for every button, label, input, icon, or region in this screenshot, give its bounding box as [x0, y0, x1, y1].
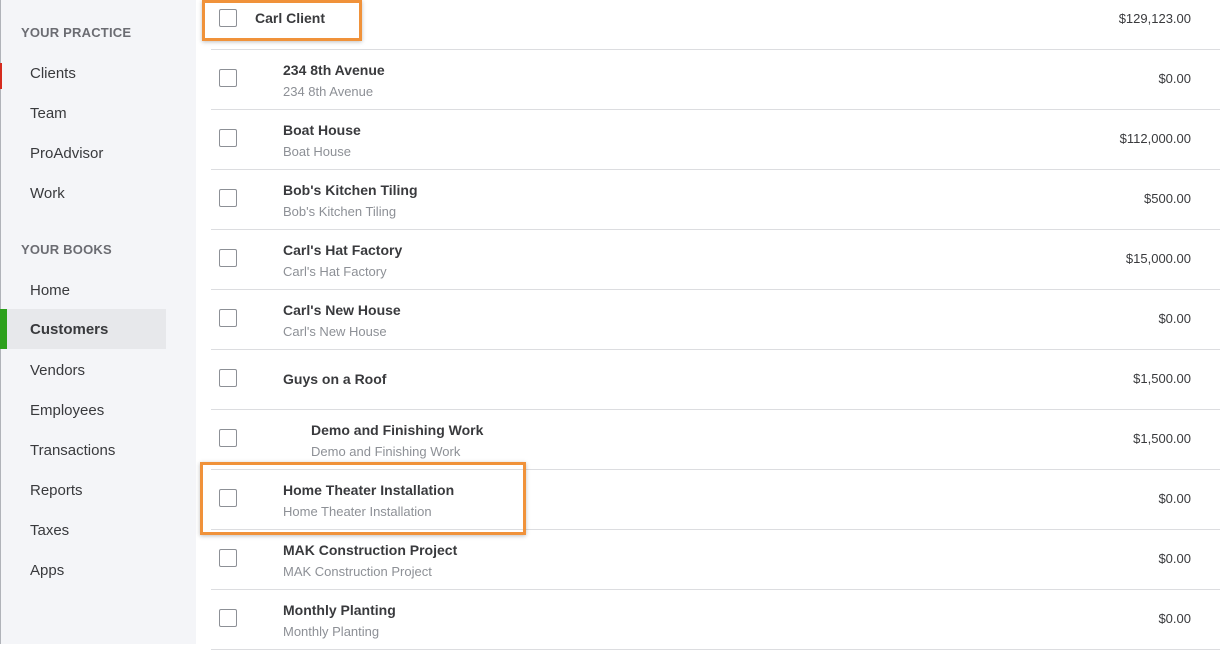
- nav-work-label: Work: [30, 184, 65, 202]
- nav-team-label: Team: [30, 104, 67, 122]
- nav-transactions-label: Transactions: [30, 441, 116, 459]
- customer-balance: $1,500.00: [1133, 431, 1191, 446]
- customer-balance: $0.00: [1158, 311, 1191, 326]
- nav-taxes[interactable]: Taxes: [0, 510, 166, 550]
- customer-row[interactable]: Carl's Hat Factory Carl's Hat Factory $1…: [211, 230, 1220, 290]
- row-checkbox[interactable]: [219, 429, 237, 447]
- row-checkbox[interactable]: [219, 69, 237, 87]
- nav-work[interactable]: Work: [0, 173, 166, 213]
- row-checkbox[interactable]: [219, 549, 237, 567]
- nav-proadvisor[interactable]: ProAdvisor: [0, 133, 166, 173]
- customer-name[interactable]: Guys on a Roof: [283, 371, 386, 387]
- nav-apps-label: Apps: [30, 561, 65, 579]
- customer-name[interactable]: Carl's Hat Factory: [283, 242, 402, 258]
- customer-balance: $500.00: [1144, 191, 1191, 206]
- nav-clients-label: Clients: [30, 64, 76, 82]
- nav-clients[interactable]: Clients: [0, 53, 166, 93]
- row-checkbox[interactable]: [219, 129, 237, 147]
- row-checkbox[interactable]: [219, 609, 237, 627]
- customer-balance: $129,123.00: [1118, 11, 1191, 26]
- nav-reports-label: Reports: [30, 481, 83, 499]
- customer-company: Bob's Kitchen Tiling: [283, 204, 397, 219]
- row-checkbox[interactable]: [219, 9, 237, 27]
- nav-reports[interactable]: Reports: [0, 470, 166, 510]
- nav-vendors-label: Vendors: [30, 361, 86, 379]
- customer-name[interactable]: Carl Client: [255, 10, 325, 26]
- customer-row[interactable]: Bob's Kitchen Tiling Bob's Kitchen Tilin…: [211, 170, 1220, 230]
- customer-row-carl-client[interactable]: Carl Client $129,123.00: [211, 0, 1220, 50]
- sidebar: YOUR PRACTICE Clients Team ProAdvisor Wo…: [0, 0, 196, 644]
- customer-list: Carl Client $129,123.00 234 8th Avenue 2…: [196, 0, 1220, 650]
- customer-name[interactable]: Carl's New House: [283, 302, 401, 318]
- customer-balance: $15,000.00: [1125, 251, 1191, 266]
- customer-name[interactable]: Home Theater Installation: [283, 482, 454, 498]
- customer-name[interactable]: Demo and Finishing Work: [311, 422, 483, 438]
- customer-row-subcustomer[interactable]: Demo and Finishing Work Demo and Finishi…: [211, 410, 1220, 470]
- row-checkbox[interactable]: [219, 369, 237, 387]
- customer-company: Carl's Hat Factory: [283, 264, 387, 279]
- customer-company: Home Theater Installation: [283, 504, 432, 519]
- customer-name[interactable]: Monthly Planting: [283, 602, 396, 618]
- customer-company: 234 8th Avenue: [283, 84, 374, 99]
- row-checkbox[interactable]: [219, 189, 237, 207]
- nav-taxes-label: Taxes: [30, 521, 70, 539]
- customer-balance: $0.00: [1158, 491, 1191, 506]
- row-checkbox[interactable]: [219, 489, 237, 507]
- nav-team[interactable]: Team: [0, 93, 166, 133]
- nav-employees[interactable]: Employees: [0, 390, 166, 430]
- customer-row[interactable]: Carl's New House Carl's New House $0.00: [211, 290, 1220, 350]
- customer-row[interactable]: Guys on a Roof $1,500.00: [211, 350, 1220, 410]
- customer-balance: $1,500.00: [1133, 371, 1191, 386]
- customer-row[interactable]: MAK Construction Project MAK Constructio…: [211, 530, 1220, 590]
- nav-customers[interactable]: Customers: [0, 309, 166, 349]
- customer-balance: $112,000.00: [1119, 131, 1191, 146]
- nav-apps[interactable]: Apps: [0, 550, 166, 590]
- customer-row[interactable]: Boat House Boat House $112,000.00: [211, 110, 1220, 170]
- nav-home[interactable]: Home: [0, 270, 166, 310]
- customer-name[interactable]: Boat House: [283, 122, 361, 138]
- customer-balance: $0.00: [1158, 551, 1191, 566]
- customer-company: Demo and Finishing Work: [311, 444, 461, 459]
- nav-home-label: Home: [30, 281, 71, 299]
- customer-name[interactable]: 234 8th Avenue: [283, 62, 385, 78]
- row-checkbox[interactable]: [219, 249, 237, 267]
- customer-row-home-theater[interactable]: Home Theater Installation Home Theater I…: [211, 470, 1220, 530]
- customer-row[interactable]: Monthly Planting Monthly Planting $0.00: [211, 590, 1220, 650]
- nav-proadvisor-label: ProAdvisor: [30, 144, 104, 162]
- customer-company: Carl's New House: [283, 324, 387, 339]
- nav-transactions[interactable]: Transactions: [0, 430, 166, 470]
- nav-employees-label: Employees: [30, 401, 105, 419]
- customer-company: Monthly Planting: [283, 624, 380, 639]
- nav-vendors[interactable]: Vendors: [0, 350, 166, 390]
- your-books-heading: YOUR BOOKS: [21, 242, 112, 257]
- row-checkbox[interactable]: [219, 309, 237, 327]
- customer-company: Boat House: [283, 144, 351, 159]
- customer-name[interactable]: Bob's Kitchen Tiling: [283, 182, 418, 198]
- customer-company: MAK Construction Project: [283, 564, 432, 579]
- customer-balance: $0.00: [1158, 71, 1191, 86]
- your-practice-heading: YOUR PRACTICE: [21, 25, 132, 40]
- customer-row[interactable]: 234 8th Avenue 234 8th Avenue $0.00: [211, 50, 1220, 110]
- customer-balance: $0.00: [1158, 611, 1191, 626]
- nav-customers-label: Customers: [30, 320, 109, 338]
- customer-name[interactable]: MAK Construction Project: [283, 542, 457, 558]
